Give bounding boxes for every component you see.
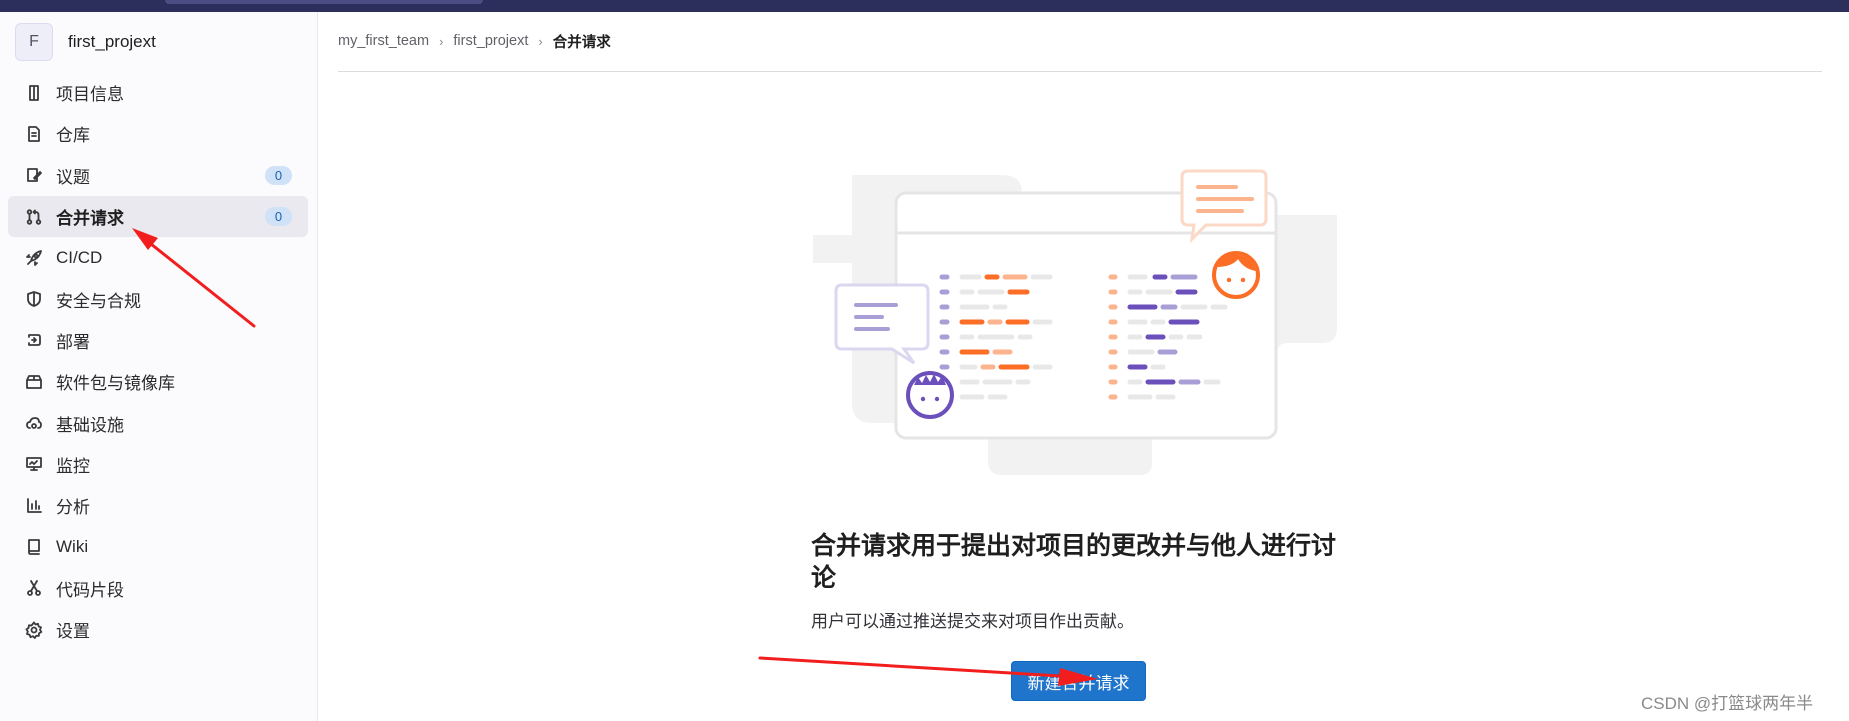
deployments-icon (24, 330, 44, 350)
breadcrumb-current: 合并请求 (552, 34, 611, 51)
settings-gear-icon (24, 620, 44, 640)
project-info-icon (24, 83, 44, 103)
sidebar-item-project-info[interactable]: 项目信息 (8, 72, 308, 113)
sidebar-item-label: 安全与合规 (56, 291, 141, 311)
sidebar-item-label: 监控 (56, 456, 90, 476)
top-navbar (0, 0, 1849, 12)
breadcrumb-team-link[interactable]: my_first_team (338, 33, 429, 49)
sidebar-item-label: Wiki (56, 536, 89, 556)
empty-state-description: 用户可以通过推送提交来对项目作出贡献。 (811, 612, 1134, 631)
sidebar-item-cicd[interactable]: CI/CD (8, 237, 308, 278)
sidebar-item-merge-requests[interactable]: 合并请求 0 (8, 195, 308, 238)
empty-state-title: 合并请求用于提出对项目的更改并与他人进行讨论 (811, 532, 1337, 592)
project-name: first_projext (68, 32, 156, 51)
project-header[interactable]: F first_projext (15, 21, 156, 63)
sidebar-nav: 项目信息 仓库 议题 0 合并请求 0 CI/CD 安全与合规 部署 软件包与镜… (8, 72, 308, 650)
project-sidebar: F first_projext 项目信息 仓库 议题 0 合并请求 0 CI/C… (0, 12, 318, 721)
sidebar-item-security[interactable]: 安全与合规 (8, 278, 308, 319)
merge-requests-count-badge: 0 (265, 206, 292, 226)
sidebar-item-snippets[interactable]: 代码片段 (8, 568, 308, 609)
sidebar-item-repository[interactable]: 仓库 (8, 113, 308, 154)
sidebar-item-infrastructure[interactable]: 基础设施 (8, 402, 308, 443)
sidebar-item-settings[interactable]: 设置 (8, 609, 308, 650)
issues-count-badge: 0 (265, 165, 292, 185)
sidebar-item-deployments[interactable]: 部署 (8, 320, 308, 361)
search-bar[interactable] (165, 0, 483, 4)
breadcrumb: my_first_team › first_projext › 合并请求 (338, 31, 611, 51)
sidebar-item-label: 议题 (56, 167, 90, 187)
merge-request-icon (24, 207, 44, 227)
new-merge-request-button[interactable]: 新建合并请求 (1011, 661, 1146, 701)
rocket-icon (24, 248, 44, 268)
sidebar-item-label: 部署 (56, 332, 90, 352)
sidebar-item-analytics[interactable]: 分析 (8, 485, 308, 526)
chevron-right-icon: › (538, 33, 543, 49)
chevron-right-icon: › (439, 33, 444, 49)
sidebar-item-issues[interactable]: 议题 0 (8, 155, 308, 196)
chart-icon (24, 496, 44, 516)
sidebar-item-label: 分析 (56, 498, 90, 518)
snippet-scissors-icon (24, 578, 44, 598)
package-icon (24, 372, 44, 392)
sidebar-item-label: 仓库 (56, 126, 90, 146)
merge-request-empty-illustration (813, 169, 1337, 475)
shield-icon (24, 289, 44, 309)
sidebar-item-label: 合并请求 (56, 209, 124, 229)
sidebar-item-label: 基础设施 (56, 415, 124, 435)
project-avatar: F (15, 23, 53, 61)
sidebar-item-monitor[interactable]: 监控 (8, 444, 308, 485)
book-icon (24, 537, 44, 557)
breadcrumb-project-link[interactable]: first_projext (453, 33, 528, 49)
sidebar-item-label: 项目信息 (56, 85, 124, 105)
cloud-gear-icon (24, 413, 44, 433)
sidebar-item-wiki[interactable]: Wiki (8, 526, 308, 567)
sidebar-item-label: 代码片段 (56, 580, 124, 600)
sidebar-item-label: CI/CD (56, 247, 103, 267)
header-divider (338, 71, 1822, 72)
monitor-icon (24, 454, 44, 474)
file-icon (24, 124, 44, 144)
issues-icon (24, 165, 44, 185)
sidebar-item-label: 软件包与镜像库 (56, 374, 175, 394)
sidebar-item-packages[interactable]: 软件包与镜像库 (8, 361, 308, 402)
sidebar-item-label: 设置 (56, 622, 90, 641)
watermark-text: CSDN @打篮球两年半 (1641, 694, 1814, 713)
